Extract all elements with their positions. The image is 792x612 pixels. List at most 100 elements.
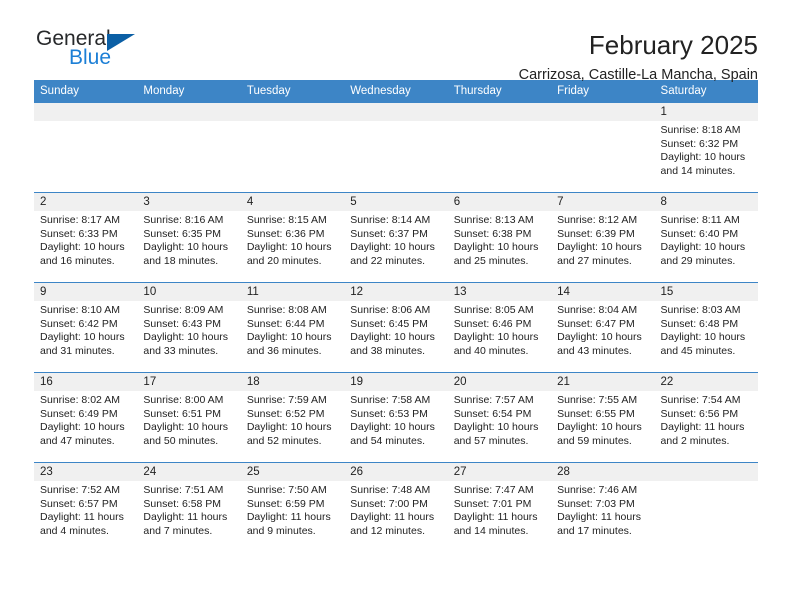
triangle-icon: [107, 34, 135, 51]
sunset-text: Sunset: 6:47 PM: [557, 317, 635, 330]
calendar-day-cell[interactable]: 9 Sunrise: 8:10 AM Sunset: 6:42 PM Daylight…: [34, 282, 138, 373]
day-number: 28: [551, 463, 655, 481]
page-title: February 2025: [588, 30, 758, 60]
day-number: [654, 463, 758, 481]
day-number: 14: [551, 283, 655, 301]
day-details: Sunrise: 7:58 AM Sunset: 6:53 PM Daylight:…: [344, 391, 447, 448]
sunset-text: Sunset: 6:33 PM: [40, 227, 118, 240]
calendar-day-cell[interactable]: 28 Sunrise: 7:46 AM Sunset: 7:03 PM Dayligh…: [551, 462, 655, 553]
sunrise-text: Sunrise: 8:09 AM: [143, 304, 224, 316]
calendar-day-cell[interactable]: 8 Sunrise: 8:11 AM Sunset: 6:40 PM Daylight…: [654, 192, 758, 283]
calendar-day-cell[interactable]: 13 Sunrise: 8:05 AM Sunset: 6:46 PM Dayligh…: [447, 282, 552, 373]
daylight-text: Daylight: 10 hours and 40 minutes.: [453, 331, 539, 357]
calendar-day-cell[interactable]: 7 Sunrise: 8:12 AM Sunset: 6:39 PM Daylight…: [551, 192, 655, 283]
sunrise-text: Sunrise: 8:13 AM: [453, 214, 534, 226]
daylight-text: Daylight: 11 hours and 7 minutes.: [143, 511, 228, 537]
day-details: Sunrise: 8:14 AM Sunset: 6:37 PM Daylight:…: [344, 211, 447, 268]
daylight-text: Daylight: 10 hours and 54 minutes.: [350, 421, 435, 447]
sunrise-text: Sunrise: 8:04 AM: [557, 304, 638, 316]
calendar-day-cell-empty: [34, 102, 138, 193]
calendar-day-cell[interactable]: 11 Sunrise: 8:08 AM Sunset: 6:44 PM Dayligh…: [240, 282, 345, 373]
calendar-day-cell[interactable]: 22 Sunrise: 7:54 AM Sunset: 6:56 PM Dayligh…: [654, 372, 758, 463]
calendar-day-cell-empty: [654, 462, 758, 553]
calendar-day-cell[interactable]: 2 Sunrise: 8:17 AM Sunset: 6:33 PM Daylight…: [34, 192, 138, 283]
calendar-day-cell[interactable]: 27 Sunrise: 7:47 AM Sunset: 7:01 PM Dayligh…: [447, 462, 552, 553]
weekday-header-sunday: Sunday: [34, 80, 138, 103]
calendar-day-cell[interactable]: 18 Sunrise: 7:59 AM Sunset: 6:52 PM Dayligh…: [240, 372, 345, 463]
sunrise-text: Sunrise: 7:48 AM: [350, 484, 431, 496]
calendar-week-row: 2 Sunrise: 8:17 AM Sunset: 6:33 PM Daylight…: [34, 192, 758, 283]
sunrise-text: Sunrise: 8:14 AM: [350, 214, 431, 226]
day-details: Sunrise: 8:05 AM Sunset: 6:46 PM Daylight:…: [448, 301, 551, 358]
day-number: 17: [137, 373, 241, 391]
calendar-day-cell[interactable]: 21 Sunrise: 7:55 AM Sunset: 6:55 PM Dayligh…: [551, 372, 655, 463]
day-details: Sunrise: 7:46 AM Sunset: 7:03 PM Daylight:…: [551, 481, 654, 538]
sunset-text: Sunset: 6:40 PM: [660, 227, 739, 240]
sunset-text: Sunset: 6:35 PM: [143, 227, 222, 240]
calendar-day-cell[interactable]: 26 Sunrise: 7:48 AM Sunset: 7:00 PM Dayligh…: [344, 462, 448, 553]
day-details: Sunrise: 7:59 AM Sunset: 6:52 PM Daylight:…: [241, 391, 344, 448]
day-number: 16: [34, 373, 138, 391]
calendar-day-cell[interactable]: 6 Sunrise: 8:13 AM Sunset: 6:38 PM Daylight…: [447, 192, 552, 283]
sunset-text: Sunset: 6:44 PM: [246, 317, 325, 330]
daylight-text: Daylight: 10 hours and 14 minutes.: [660, 151, 746, 177]
calendar-day-cell[interactable]: 19 Sunrise: 7:58 AM Sunset: 6:53 PM Dayligh…: [344, 372, 448, 463]
calendar-day-cell[interactable]: 12 Sunrise: 8:06 AM Sunset: 6:45 PM Dayligh…: [344, 282, 448, 373]
day-number: 15: [654, 283, 758, 301]
calendar-day-cell[interactable]: 14 Sunrise: 8:04 AM Sunset: 6:47 PM Dayligh…: [551, 282, 655, 373]
sunset-text: Sunset: 6:43 PM: [143, 317, 222, 330]
sunrise-text: Sunrise: 8:03 AM: [660, 304, 741, 316]
sunset-text: Sunset: 6:37 PM: [350, 227, 428, 240]
day-number: [240, 103, 345, 121]
day-details: Sunrise: 7:51 AM Sunset: 6:58 PM Daylight:…: [137, 481, 240, 538]
day-number: 4: [240, 193, 345, 211]
sunset-text: Sunset: 6:49 PM: [40, 407, 118, 420]
calendar-day-cell[interactable]: 5 Sunrise: 8:14 AM Sunset: 6:37 PM Daylight…: [344, 192, 448, 283]
day-number: 12: [344, 283, 448, 301]
calendar-day-cell[interactable]: 25 Sunrise: 7:50 AM Sunset: 6:59 PM Dayligh…: [240, 462, 345, 553]
day-details: Sunrise: 8:18 AM Sunset: 6:32 PM Daylight:…: [655, 121, 758, 178]
day-details: Sunrise: 7:50 AM Sunset: 6:59 PM Daylight:…: [241, 481, 344, 538]
sunset-text: Sunset: 6:46 PM: [453, 317, 532, 330]
day-details: Sunrise: 8:10 AM Sunset: 6:42 PM Daylight:…: [34, 301, 137, 358]
day-number: 9: [34, 283, 138, 301]
weekday-header-wednesday: Wednesday: [344, 80, 448, 103]
sunrise-text: Sunrise: 8:00 AM: [143, 394, 224, 406]
brand-logo[interactable]: General Blue: [34, 28, 156, 74]
calendar-day-cell[interactable]: 16 Sunrise: 8:02 AM Sunset: 6:49 PM Dayligh…: [34, 372, 138, 463]
day-number: 24: [137, 463, 241, 481]
calendar-day-cell[interactable]: 15 Sunrise: 8:03 AM Sunset: 6:48 PM Dayligh…: [654, 282, 758, 373]
sunrise-text: Sunrise: 8:08 AM: [246, 304, 327, 316]
calendar-day-cell[interactable]: 24 Sunrise: 7:51 AM Sunset: 6:58 PM Dayligh…: [137, 462, 241, 553]
sunrise-text: Sunrise: 8:11 AM: [660, 214, 740, 226]
day-number: [551, 103, 655, 121]
sunset-text: Sunset: 6:45 PM: [350, 317, 428, 330]
sunrise-text: Sunrise: 7:51 AM: [143, 484, 224, 496]
calendar-day-cell[interactable]: 3 Sunrise: 8:16 AM Sunset: 6:35 PM Daylight…: [137, 192, 241, 283]
day-details: Sunrise: 8:16 AM Sunset: 6:35 PM Daylight:…: [137, 211, 240, 268]
page-header: General Blue February 2025 Carrizosa, Ca…: [34, 0, 758, 84]
daylight-text: Daylight: 10 hours and 22 minutes.: [350, 241, 435, 267]
weekday-header-tuesday: Tuesday: [240, 80, 345, 103]
sunrise-text: Sunrise: 8:10 AM: [40, 304, 120, 316]
sunset-text: Sunset: 6:57 PM: [40, 497, 118, 510]
calendar-page: General Blue February 2025 Carrizosa, Ca…: [0, 0, 792, 612]
calendar-day-cell[interactable]: 1 Sunrise: 8:18 AM Sunset: 6:32 PM Daylight…: [654, 102, 758, 193]
day-details: Sunrise: 7:57 AM Sunset: 6:54 PM Daylight:…: [448, 391, 551, 448]
day-number: 25: [240, 463, 345, 481]
calendar-day-cell[interactable]: 23 Sunrise: 7:52 AM Sunset: 6:57 PM Dayligh…: [34, 462, 138, 553]
sunrise-text: Sunrise: 8:17 AM: [40, 214, 120, 226]
daylight-text: Daylight: 11 hours and 14 minutes.: [453, 511, 538, 537]
day-details: Sunrise: 7:48 AM Sunset: 7:00 PM Daylight:…: [344, 481, 447, 538]
daylight-text: Daylight: 10 hours and 57 minutes.: [453, 421, 539, 447]
calendar-day-cell[interactable]: 4 Sunrise: 8:15 AM Sunset: 6:36 PM Daylight…: [240, 192, 345, 283]
day-number: 6: [447, 193, 552, 211]
sunrise-text: Sunrise: 7:46 AM: [557, 484, 638, 496]
daylight-text: Daylight: 10 hours and 43 minutes.: [557, 331, 642, 357]
daylight-text: Daylight: 10 hours and 27 minutes.: [557, 241, 642, 267]
sunset-text: Sunset: 6:38 PM: [453, 227, 532, 240]
calendar-day-cell[interactable]: 17 Sunrise: 8:00 AM Sunset: 6:51 PM Dayligh…: [137, 372, 241, 463]
daylight-text: Daylight: 10 hours and 36 minutes.: [246, 331, 332, 357]
calendar-day-cell[interactable]: 10 Sunrise: 8:09 AM Sunset: 6:43 PM Dayligh…: [137, 282, 241, 373]
calendar-day-cell[interactable]: 20 Sunrise: 7:57 AM Sunset: 6:54 PM Dayligh…: [447, 372, 552, 463]
